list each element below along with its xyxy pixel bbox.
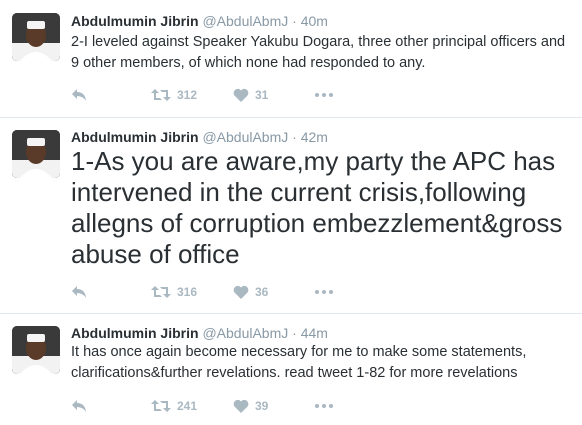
more-button[interactable] — [315, 85, 333, 105]
like-icon — [233, 285, 249, 299]
like-count: 31 — [255, 88, 269, 102]
tweet-timestamp[interactable]: 40m — [301, 13, 328, 29]
retweet-icon — [151, 400, 171, 412]
tweet-actions: 241 39 — [71, 396, 371, 416]
reply-button[interactable] — [71, 396, 87, 416]
avatar[interactable] — [12, 13, 60, 61]
retweet-button[interactable]: 312 — [151, 85, 197, 105]
retweet-button[interactable]: 316 — [151, 282, 197, 302]
tweet[interactable]: Abdulmumin Jibrin @AbdulAbmJ · 40m 2-I l… — [0, 0, 582, 118]
retweet-button[interactable]: 241 — [151, 396, 197, 416]
author-handle[interactable]: @AbdulAbmJ — [202, 325, 288, 341]
like-icon — [233, 88, 249, 102]
tweet-text: 1-As you are aware,my party the APC has … — [71, 146, 563, 269]
like-count: 36 — [255, 285, 269, 299]
tweet[interactable]: Abdulmumin Jibrin @AbdulAbmJ · 42m 1-As … — [0, 118, 582, 314]
more-button[interactable] — [315, 396, 333, 416]
retweet-count: 312 — [177, 88, 198, 102]
more-icon — [315, 93, 333, 97]
separator-dot: · — [292, 325, 297, 341]
tweet-text: 2-I leveled against Speaker Yakubu Dogar… — [71, 34, 566, 71]
retweet-icon — [151, 89, 171, 101]
tweet-timeline: Abdulmumin Jibrin @AbdulAbmJ · 40m 2-I l… — [0, 0, 582, 425]
retweet-icon — [151, 286, 171, 298]
author-handle[interactable]: @AbdulAbmJ — [202, 13, 288, 29]
more-button[interactable] — [315, 282, 333, 302]
author-handle[interactable]: @AbdulAbmJ — [202, 129, 288, 145]
like-button[interactable]: 39 — [233, 396, 268, 416]
reply-icon — [72, 286, 86, 298]
avatar[interactable] — [12, 130, 60, 178]
reply-icon — [72, 400, 86, 412]
like-button[interactable]: 31 — [233, 85, 268, 105]
tweet-actions: 312 31 — [71, 85, 371, 105]
reply-icon — [72, 89, 86, 101]
like-button[interactable]: 36 — [233, 282, 268, 302]
retweet-count: 316 — [177, 285, 198, 299]
like-icon — [233, 399, 249, 413]
tweet-timestamp[interactable]: 42m — [301, 129, 328, 145]
reply-button[interactable] — [71, 85, 87, 105]
avatar[interactable] — [12, 326, 60, 374]
like-count: 39 — [255, 399, 269, 413]
more-icon — [315, 404, 333, 408]
author-name[interactable]: Abdulmumin Jibrin — [71, 325, 199, 341]
more-icon — [315, 290, 333, 294]
separator-dot: · — [292, 129, 297, 145]
tweet-text: It has once again become necessary for m… — [71, 344, 527, 381]
reply-button[interactable] — [71, 282, 87, 302]
tweet[interactable]: Abdulmumin Jibrin @AbdulAbmJ · 44m It ha… — [0, 314, 582, 425]
author-name[interactable]: Abdulmumin Jibrin — [71, 13, 199, 29]
tweet-timestamp[interactable]: 44m — [301, 325, 328, 341]
author-name[interactable]: Abdulmumin Jibrin — [71, 129, 199, 145]
tweet-actions: 316 36 — [71, 282, 371, 302]
retweet-count: 241 — [177, 399, 198, 413]
separator-dot: · — [292, 13, 297, 29]
